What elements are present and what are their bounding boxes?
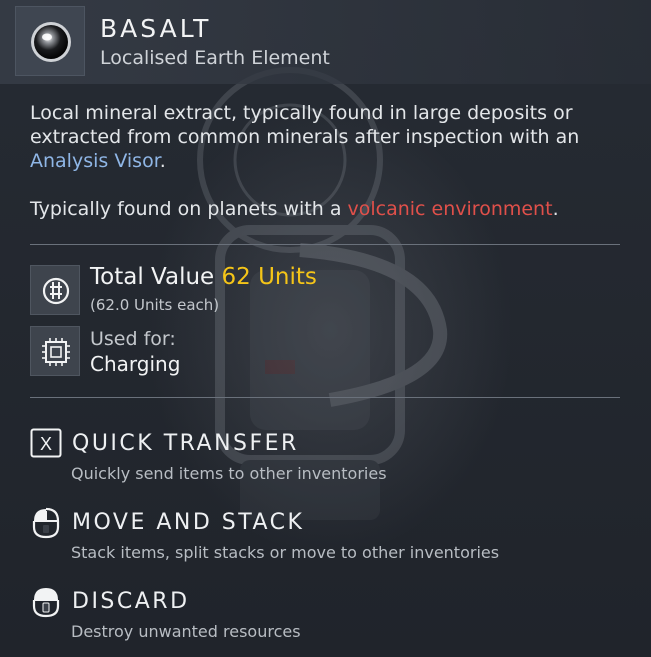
- analysis-visor-link[interactable]: Analysis Visor: [30, 150, 160, 172]
- x-button-icon: X: [30, 428, 62, 458]
- item-name: BASALT: [100, 14, 212, 43]
- used-for-label: Used for:: [90, 328, 176, 350]
- total-value: Total Value 62 Units: [90, 264, 317, 290]
- svg-text:X: X: [40, 434, 52, 454]
- discard-action[interactable]: DISCARD Destroy unwanted resources: [30, 586, 630, 646]
- mouse-left-icon: [32, 507, 60, 539]
- item-header: BASALT Localised Earth Element: [0, 0, 651, 84]
- unit-value-each: (62.0 Units each): [90, 296, 220, 314]
- item-icon-frame: [15, 6, 85, 76]
- section-divider: [30, 397, 620, 398]
- value-icon-frame: [30, 265, 80, 315]
- chip-icon: [42, 338, 70, 366]
- section-divider: [30, 244, 620, 245]
- units-currency-icon: [42, 277, 70, 305]
- item-category: Localised Earth Element: [100, 47, 330, 69]
- action-name: MOVE AND STACK: [72, 510, 305, 535]
- quick-transfer-action[interactable]: X QUICK TRANSFER Quickly send items to o…: [30, 428, 630, 488]
- usage-icon-frame: [30, 326, 80, 376]
- action-hint: Quickly send items to other inventories: [71, 464, 387, 483]
- action-hint: Destroy unwanted resources: [71, 622, 301, 641]
- description-paragraph-2: Typically found on planets with a volcan…: [30, 198, 559, 220]
- move-and-stack-action[interactable]: MOVE AND STACK Stack items, split stacks…: [30, 507, 630, 567]
- total-value-amount: 62 Units: [221, 264, 317, 290]
- description-paragraph-1: Local mineral extract, typically found i…: [30, 102, 580, 172]
- action-name: DISCARD: [72, 589, 190, 614]
- volcanic-environment-link[interactable]: volcanic environment: [348, 198, 553, 220]
- basalt-orb-icon: [31, 22, 71, 62]
- mouse-hold-icon: [32, 588, 60, 618]
- action-hint: Stack items, split stacks or move to oth…: [71, 543, 500, 562]
- used-for-value: Charging: [90, 352, 181, 376]
- item-tooltip-panel: BASALT Localised Earth Element Local min…: [0, 0, 651, 657]
- action-name: QUICK TRANSFER: [72, 431, 299, 456]
- item-description: Local mineral extract, typically found i…: [30, 101, 620, 221]
